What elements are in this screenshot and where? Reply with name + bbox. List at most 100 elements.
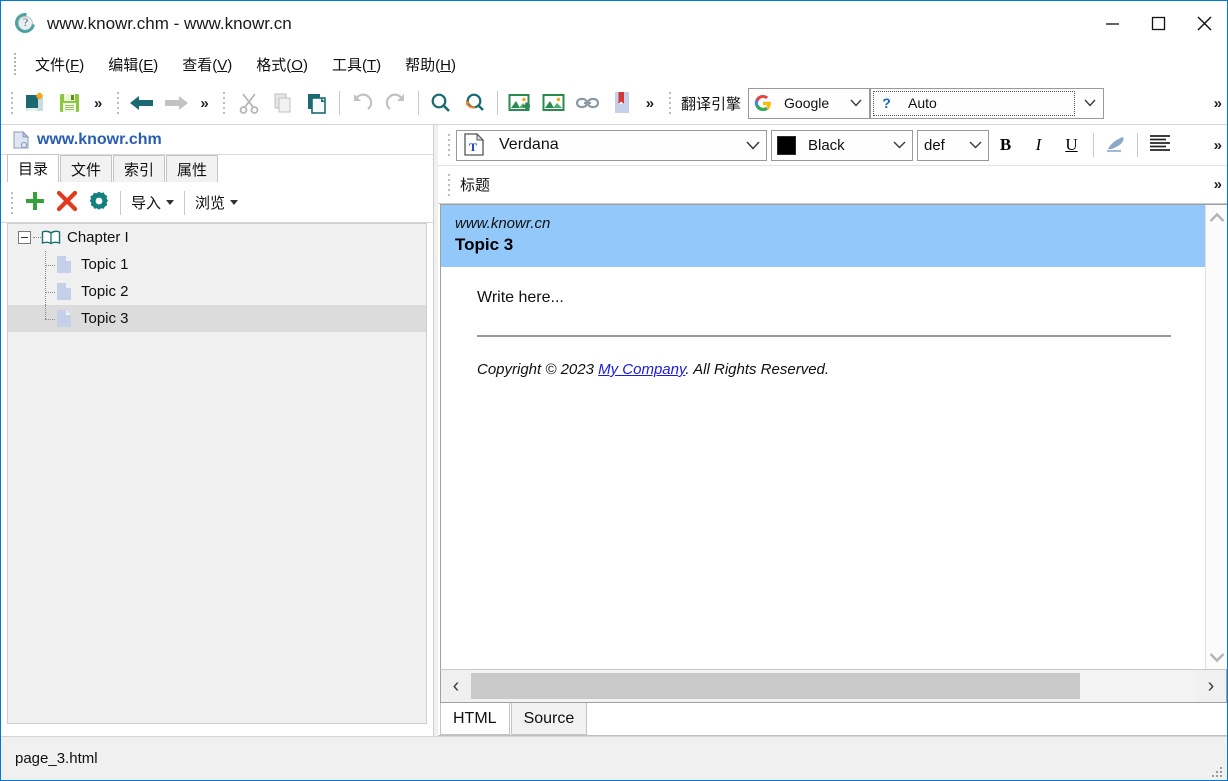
document-canvas[interactable]: www.knowr.cn Topic 3 Write here... Copyr… bbox=[441, 205, 1205, 669]
cross-icon bbox=[56, 190, 78, 216]
translation-engine-select[interactable]: Google bbox=[748, 88, 870, 119]
menu-bar-grip[interactable] bbox=[11, 53, 19, 75]
format-toolbar: T Verdana Black def bbox=[438, 125, 1227, 166]
editor-panel: T Verdana Black def bbox=[438, 125, 1227, 736]
toolbar-grip-edit[interactable] bbox=[220, 88, 229, 118]
menu-label-view: 查看 bbox=[182, 57, 212, 74]
search-replace-icon[interactable] bbox=[458, 86, 492, 120]
menu-item-tools[interactable]: 工具(T) bbox=[320, 50, 393, 79]
menu-item-file[interactable]: 文件(F) bbox=[23, 50, 96, 79]
menu-label-help: 帮助 bbox=[405, 57, 435, 74]
project-header: www.knowr.chm bbox=[1, 125, 433, 155]
bookmark-icon[interactable] bbox=[605, 86, 639, 120]
tab-files[interactable]: 文件 bbox=[60, 155, 112, 182]
tree-item-topic-1-label: Topic 1 bbox=[81, 257, 129, 272]
save-icon[interactable] bbox=[53, 86, 87, 120]
toolbar-overflow-file[interactable]: » bbox=[87, 95, 107, 112]
font-icon: T bbox=[463, 133, 487, 157]
tree-item-chapter[interactable]: Chapter I bbox=[8, 224, 426, 251]
style-toolbar-grip[interactable] bbox=[444, 170, 453, 200]
minimize-button[interactable] bbox=[1089, 1, 1135, 46]
scroll-up-icon[interactable] bbox=[1206, 205, 1228, 229]
tab-properties[interactable]: 属性 bbox=[166, 155, 218, 182]
underline-button[interactable]: U bbox=[1055, 130, 1088, 161]
tree-indent bbox=[34, 251, 56, 278]
back-arrow-icon[interactable] bbox=[125, 86, 159, 120]
format-toolbar-grip[interactable] bbox=[444, 130, 453, 160]
language-focus-region[interactable]: ? Auto bbox=[873, 91, 1075, 116]
chevron-down-icon[interactable] bbox=[962, 131, 988, 160]
company-link[interactable]: My Company bbox=[598, 361, 685, 378]
tree-item-topic-2[interactable]: Topic 2 bbox=[8, 278, 426, 305]
format-toolbar-overflow[interactable]: » bbox=[1207, 137, 1227, 154]
chevron-down-icon[interactable] bbox=[166, 200, 174, 205]
tab-source[interactable]: Source bbox=[511, 703, 588, 735]
collapse-expander-icon[interactable] bbox=[18, 231, 31, 244]
scroll-left-label: ‹ bbox=[453, 675, 460, 698]
project-toolbar-grip[interactable] bbox=[7, 188, 16, 218]
search-icon[interactable] bbox=[424, 86, 458, 120]
project-tabs: 目录 文件 索引 属性 bbox=[1, 155, 433, 183]
tab-index[interactable]: 索引 bbox=[113, 155, 165, 182]
paste-icon[interactable] bbox=[300, 86, 334, 120]
import-button[interactable]: 导入 bbox=[126, 188, 179, 218]
tab-contents-label: 目录 bbox=[18, 158, 48, 179]
add-topic-button[interactable] bbox=[19, 188, 51, 218]
font-color-select[interactable]: Black bbox=[771, 130, 913, 161]
tree-indent bbox=[34, 278, 56, 305]
close-button[interactable] bbox=[1181, 1, 1227, 46]
font-size-select[interactable]: def bbox=[917, 130, 989, 161]
chevron-down-icon[interactable] bbox=[740, 131, 766, 160]
chevron-down-icon[interactable] bbox=[843, 89, 869, 118]
menu-item-format[interactable]: 格式(O) bbox=[244, 50, 320, 79]
document-paragraph[interactable]: Write here... bbox=[477, 289, 1171, 307]
application-window: ? www.knowr.chm - www.knowr.cn 文件(F) 编辑(… bbox=[0, 0, 1228, 781]
insert-image-icon[interactable] bbox=[503, 86, 537, 120]
project-toolbar-separator-1 bbox=[120, 191, 121, 215]
chevron-down-icon[interactable] bbox=[886, 131, 912, 160]
document-body[interactable]: Write here... Copyright © 2023 My Compan… bbox=[441, 267, 1205, 378]
scroll-left-icon[interactable]: ‹ bbox=[441, 670, 471, 702]
topic-settings-button[interactable] bbox=[83, 188, 115, 218]
open-project-icon[interactable] bbox=[19, 86, 53, 120]
delete-topic-button[interactable] bbox=[51, 188, 83, 218]
font-color-value: Black bbox=[802, 137, 886, 154]
image-icon[interactable] bbox=[537, 86, 571, 120]
menu-item-view[interactable]: 查看(V) bbox=[170, 50, 244, 79]
maximize-button[interactable] bbox=[1135, 1, 1181, 46]
tab-html[interactable]: HTML bbox=[440, 703, 510, 735]
contents-tree[interactable]: Chapter I Topic 1 bbox=[7, 223, 427, 724]
document-vertical-scrollbar[interactable] bbox=[1205, 205, 1227, 669]
toolbar-overflow-right[interactable]: » bbox=[1207, 95, 1227, 112]
resize-grip[interactable] bbox=[1211, 765, 1223, 777]
italic-button[interactable]: I bbox=[1022, 130, 1055, 161]
paragraph-style-value[interactable]: 标题 bbox=[456, 174, 490, 195]
tree-item-topic-1[interactable]: Topic 1 bbox=[8, 251, 426, 278]
menu-item-edit[interactable]: 编辑(E) bbox=[96, 50, 170, 79]
chevron-down-icon[interactable] bbox=[230, 200, 238, 205]
toolbar-grip-translate[interactable] bbox=[665, 88, 674, 118]
toolbar-overflow-edit[interactable]: » bbox=[639, 95, 659, 112]
toolbar-grip-file[interactable] bbox=[7, 88, 16, 118]
toolbar-overflow-nav[interactable]: » bbox=[193, 95, 213, 112]
tab-contents[interactable]: 目录 bbox=[7, 154, 59, 182]
align-button[interactable] bbox=[1143, 130, 1176, 161]
menu-item-help[interactable]: 帮助(H) bbox=[393, 50, 468, 79]
tree-item-chapter-label: Chapter I bbox=[67, 230, 129, 245]
scroll-down-icon[interactable] bbox=[1206, 645, 1228, 669]
translation-language-select[interactable]: ? Auto bbox=[870, 88, 1104, 119]
bold-button[interactable]: B bbox=[989, 130, 1022, 161]
link-icon[interactable] bbox=[571, 86, 605, 120]
browse-button[interactable]: 浏览 bbox=[190, 188, 243, 218]
document-horizontal-scrollbar[interactable]: ‹ › bbox=[440, 669, 1227, 703]
chevron-down-icon[interactable] bbox=[1077, 89, 1103, 118]
hscroll-thumb[interactable] bbox=[471, 673, 1080, 699]
toolbar-grip-nav[interactable] bbox=[113, 88, 122, 118]
highlight-button[interactable] bbox=[1099, 130, 1132, 161]
tree-indent bbox=[34, 305, 56, 332]
hscroll-track[interactable] bbox=[471, 670, 1196, 702]
scroll-right-icon[interactable]: › bbox=[1196, 670, 1226, 702]
style-toolbar-overflow[interactable]: » bbox=[1207, 176, 1227, 193]
font-family-select[interactable]: T Verdana bbox=[456, 130, 767, 161]
tree-item-topic-3[interactable]: Topic 3 bbox=[8, 305, 426, 332]
